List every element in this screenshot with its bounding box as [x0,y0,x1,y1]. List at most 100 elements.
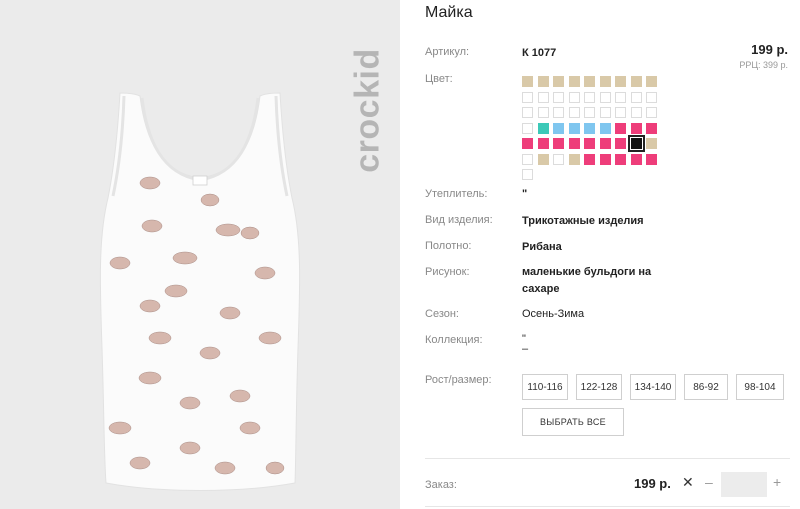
color-swatch-empty[interactable] [599,107,611,118]
color-swatch-pink[interactable] [646,153,657,165]
brand-logo: crockid [348,47,387,173]
color-swatch-empty[interactable] [630,107,642,118]
size-options: 110-116 122-128 134-140 86-92 98-104 [522,374,784,400]
color-swatch-empty[interactable] [522,107,533,118]
order-label: Заказ: [425,479,457,491]
color-swatch-pink[interactable] [599,153,611,165]
insulation-value: " [522,188,528,200]
color-swatch-empty[interactable] [615,91,626,103]
color-swatch-empty[interactable] [522,122,533,134]
color-swatch-blue[interactable] [599,122,611,134]
size-option[interactable]: 86-92 [684,374,728,400]
color-swatch-empty[interactable] [522,169,533,180]
order-price: 199 р. [634,476,671,491]
color-swatch-pink[interactable] [630,153,642,165]
color-swatch-beige[interactable] [615,76,626,87]
size-label: Рост/размер: [425,374,492,386]
color-swatch-blue[interactable] [568,122,580,134]
color-swatch-beige[interactable] [522,76,533,87]
collection-label: Коллекция: [425,334,483,346]
color-swatch-blue[interactable] [553,122,564,134]
color-swatch-beige[interactable] [537,153,549,165]
color-swatch-empty[interactable] [537,91,549,103]
color-swatch-pink[interactable] [584,138,595,149]
color-swatch-pink[interactable] [630,122,642,134]
color-swatch-empty[interactable] [615,107,626,118]
color-swatch-pink[interactable] [615,122,626,134]
color-swatch-beige[interactable] [630,76,642,87]
color-swatch-beige[interactable] [568,76,580,87]
increase-quantity-button[interactable]: + [773,474,781,490]
print-label: Рисунок: [425,266,470,278]
fabric-label: Полотно: [425,240,472,252]
product-type-label: Вид изделия: [425,214,493,226]
recommended-price: РРЦ: 399 р. [739,60,788,70]
size-option[interactable]: 98-104 [736,374,784,400]
tank-top-image [99,92,301,491]
product-type-value: Трикотажные изделия [522,215,644,227]
color-swatch-empty[interactable] [584,107,595,118]
color-swatch-row [522,105,672,121]
season-value: Осень-Зима [522,308,585,320]
color-swatch-teal[interactable] [537,122,549,134]
color-swatch-row [522,152,672,168]
size-option[interactable]: 110-116 [522,374,568,400]
color-swatch-beige[interactable] [568,153,580,165]
color-swatch-pink[interactable] [568,138,580,149]
season-label: Сезон: [425,308,459,320]
size-option[interactable]: 122-128 [576,374,622,400]
color-label: Цвет: [425,73,453,85]
color-swatch-row [522,167,672,183]
color-swatch-pink[interactable] [537,138,549,149]
print-value-line2: сахаре [522,283,560,295]
color-swatch-row [522,74,672,90]
divider [425,458,790,459]
color-swatch-row [522,90,672,106]
product-photo[interactable]: crockid [0,0,400,509]
color-swatch-empty[interactable] [568,91,580,103]
color-swatch-beige[interactable] [599,76,611,87]
color-swatch-empty[interactable] [522,91,533,103]
color-swatch-empty[interactable] [646,107,657,118]
insulation-label: Утеплитель: [425,188,488,200]
color-swatch-pink[interactable] [599,138,611,149]
print-value-line1: маленькие бульдоги на [522,266,652,278]
color-swatch-empty[interactable] [599,91,611,103]
color-swatch-pink[interactable] [615,153,626,165]
color-swatch-black[interactable] [627,135,645,152]
select-all-sizes-button[interactable]: ВЫБРАТЬ ВСЕ [522,408,624,436]
color-swatch-empty[interactable] [568,107,580,118]
fabric-value: Рибана [522,241,562,253]
color-swatch-empty[interactable] [646,91,657,103]
color-swatch-beige[interactable] [584,76,595,87]
color-swatch-empty[interactable] [553,107,564,118]
color-swatch-row [522,135,672,152]
color-swatch-grid [522,74,672,183]
color-swatch-empty[interactable] [553,91,564,103]
color-swatch-row [522,121,672,137]
quantity-input[interactable] [721,472,767,497]
product-price: 199 р. [751,42,788,57]
color-swatch-beige[interactable] [646,76,657,87]
color-swatch-pink[interactable] [553,138,564,149]
color-swatch-beige[interactable] [537,76,549,87]
size-option[interactable]: 134-140 [630,374,676,400]
color-swatch-pink[interactable] [522,138,533,149]
color-swatch-beige[interactable] [553,76,564,87]
color-swatch-empty[interactable] [584,91,595,103]
color-swatch-empty[interactable] [553,153,564,165]
decrease-quantity-button[interactable]: – [705,474,713,490]
color-swatch-empty[interactable] [522,153,533,165]
color-swatch-beige[interactable] [646,138,657,149]
color-swatch-empty[interactable] [537,107,549,118]
color-swatch-pink[interactable] [615,138,626,149]
product-title: Майка [425,4,473,21]
divider [425,506,790,507]
color-swatch-empty[interactable] [630,91,642,103]
color-swatch-pink[interactable] [646,122,657,134]
color-swatch-pink[interactable] [584,153,595,165]
article-label: Артикул: [425,46,470,58]
remove-icon[interactable]: ✕ [682,474,694,491]
collection-value-line2: – [522,343,529,355]
color-swatch-blue[interactable] [584,122,595,134]
